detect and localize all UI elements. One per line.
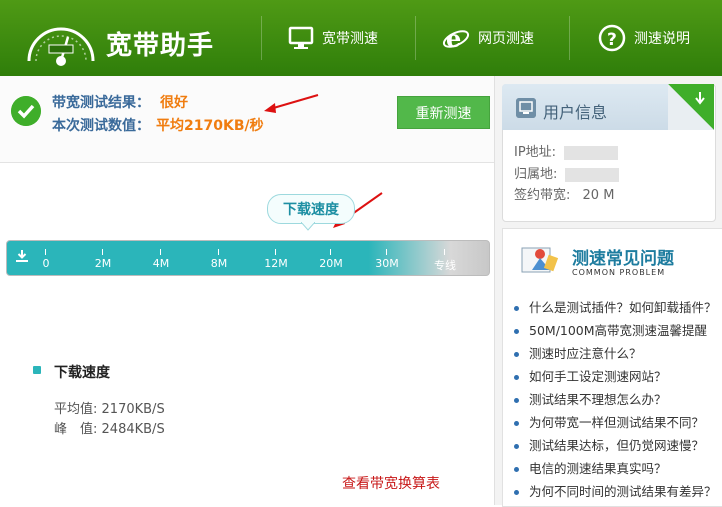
result-label: 带宽测试结果： bbox=[52, 95, 150, 111]
meter-tick bbox=[160, 249, 161, 255]
check-icon bbox=[11, 96, 41, 126]
svg-text:?: ? bbox=[607, 30, 617, 50]
nav-divider bbox=[415, 16, 416, 60]
bubble-pointer bbox=[301, 222, 315, 231]
nav-broadband-test[interactable]: 宽带测速 bbox=[288, 0, 378, 76]
region-row: 归属地: bbox=[514, 163, 620, 182]
retest-button[interactable]: 重新测速 bbox=[397, 96, 490, 129]
bandwidth-row: 签约带宽: 20 M bbox=[514, 184, 614, 203]
meter-tick bbox=[330, 249, 331, 255]
nav-divider bbox=[261, 16, 262, 60]
average-value: 2170KB/S bbox=[101, 402, 165, 417]
download-icon bbox=[16, 250, 28, 262]
meter-tick bbox=[444, 249, 445, 255]
faq-item[interactable]: 测速时应注意什么？ bbox=[514, 343, 642, 362]
download-corner-icon[interactable] bbox=[668, 84, 714, 130]
faq-item[interactable]: 50M/100M高带宽测速温馨提醒 bbox=[514, 320, 707, 339]
meter-tick-label: 0 bbox=[42, 257, 50, 270]
average-speed-row: 平均值: 2170KB/S bbox=[54, 398, 165, 417]
ip-label: IP地址: bbox=[514, 145, 557, 160]
faq-item[interactable]: 测试结果达标，但仍觉网速慢？ bbox=[514, 435, 704, 454]
faq-item[interactable]: 什么是测试插件？如何卸载插件？ bbox=[514, 297, 717, 316]
download-speed-bubble: 下载速度 bbox=[267, 194, 355, 224]
ip-row: IP地址: bbox=[514, 141, 619, 160]
faq-item[interactable]: 为何带宽一样但测试结果不同？ bbox=[514, 412, 704, 431]
app-header: 宽带助手 宽带测速 e 网页测速 ? 测速说明 bbox=[0, 0, 722, 76]
faq-title: 测速常见问题 bbox=[572, 249, 674, 269]
meter-tick bbox=[218, 249, 219, 255]
meter-tick bbox=[275, 249, 276, 255]
result-rating: 很好 bbox=[160, 95, 188, 111]
user-info-icon bbox=[516, 98, 536, 118]
nav-test-guide[interactable]: ? 测速说明 bbox=[598, 0, 690, 76]
download-legend-marker bbox=[33, 366, 41, 374]
help-icon: ? bbox=[598, 24, 626, 52]
nav-divider bbox=[569, 16, 570, 60]
region-label: 归属地: bbox=[514, 167, 558, 182]
nav-web-test[interactable]: e 网页测速 bbox=[442, 0, 534, 76]
average-label: 平均值: bbox=[54, 402, 98, 417]
meter-tick-label: 8M bbox=[210, 257, 228, 270]
nav-label: 宽带测速 bbox=[322, 31, 378, 47]
faq-item[interactable]: 如何手工设定测速网站？ bbox=[514, 366, 667, 385]
region-value-redacted bbox=[565, 167, 620, 182]
ip-value-redacted bbox=[564, 145, 619, 160]
meter-tick-label: 12M bbox=[264, 257, 288, 270]
meter-tick-label: 20M bbox=[319, 257, 343, 270]
user-info-title: 用户信息 bbox=[543, 103, 608, 122]
meter-tick bbox=[102, 249, 103, 255]
download-stats-title: 下载速度 bbox=[54, 365, 110, 381]
meter-tick bbox=[386, 249, 387, 255]
faq-icon bbox=[521, 247, 559, 273]
faq-item[interactable]: 测试结果不理想怎么办？ bbox=[514, 389, 667, 408]
speed-meter-bar: 0 2M 4M 8M 12M 20M 30M 专线 bbox=[6, 240, 490, 276]
bandwidth-value: 20 M bbox=[582, 188, 615, 203]
meter-tick bbox=[45, 249, 46, 255]
peak-label: 峰 值: bbox=[54, 422, 98, 437]
nav-label: 测速说明 bbox=[634, 31, 690, 47]
ie-browser-icon: e bbox=[442, 24, 470, 52]
peak-speed-row: 峰 值: 2484KB/S bbox=[54, 418, 165, 437]
meter-tick-label: 4M bbox=[152, 257, 170, 270]
meter-tick-label: 2M bbox=[94, 257, 112, 270]
faq-subtitle: COMMON PROBLEM bbox=[572, 268, 666, 277]
peak-value: 2484KB/S bbox=[101, 422, 165, 437]
meter-tick-label: 30M bbox=[375, 257, 399, 270]
meter-tick-label: 专线 bbox=[434, 259, 456, 272]
test-value: 平均2170KB/秒 bbox=[156, 118, 264, 134]
nav-label: 网页测速 bbox=[478, 31, 534, 47]
faq-item[interactable]: 电信的测速结果真实吗？ bbox=[514, 458, 667, 477]
monitor-icon bbox=[288, 26, 314, 49]
test-value-label: 本次测试数值： bbox=[52, 118, 150, 134]
bandwidth-table-link[interactable]: 查看带宽换算表 bbox=[342, 473, 440, 493]
app-title: 宽带助手 bbox=[106, 31, 215, 61]
bandwidth-label: 签约带宽: bbox=[514, 188, 571, 203]
faq-item[interactable]: 为何不同时间的测试结果有差异？ bbox=[514, 481, 717, 500]
speedometer-logo-icon bbox=[27, 27, 95, 66]
